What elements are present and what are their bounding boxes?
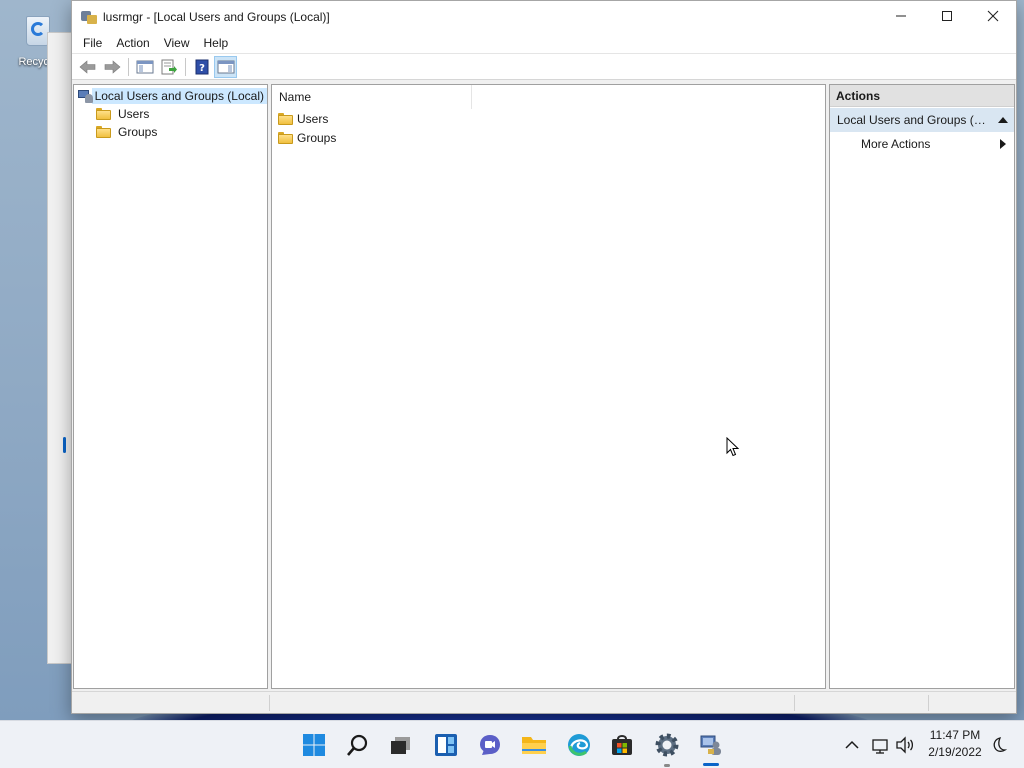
minimize-icon <box>896 15 906 17</box>
show-hidden-icons-icon[interactable] <box>842 735 862 755</box>
console-body: Local Users and Groups (Local) Users Gro… <box>72 83 1016 691</box>
lusrmgr-taskbar-button[interactable] <box>696 730 726 760</box>
result-list-pane: Name Users Groups <box>271 84 826 689</box>
local-users-groups-icon <box>77 89 93 103</box>
show-hide-console-tree-button[interactable] <box>133 56 156 78</box>
start-icon <box>303 734 325 756</box>
maximize-button[interactable] <box>924 1 970 31</box>
search-icon <box>347 734 368 756</box>
task-view-button[interactable] <box>386 730 416 760</box>
edge-button[interactable] <box>564 730 594 760</box>
list-column-header: Name <box>272 84 825 109</box>
title-bar[interactable]: lusrmgr - [Local Users and Groups (Local… <box>72 1 1016 33</box>
minimize-button[interactable] <box>878 1 924 31</box>
taskbar-clock[interactable]: 11:47 PM 2/19/2022 <box>920 727 990 761</box>
network-icon[interactable] <box>870 735 890 755</box>
more-actions-item[interactable]: More Actions <box>830 132 1014 156</box>
folder-icon <box>278 112 293 125</box>
show-hide-action-pane-button[interactable] <box>214 55 237 78</box>
tree-root-label: Local Users and Groups (Local) <box>91 88 267 104</box>
more-actions-label: More Actions <box>861 137 931 151</box>
maximize-icon <box>942 11 952 21</box>
clock-date: 2/19/2022 <box>928 745 982 759</box>
forward-button[interactable] <box>100 56 123 78</box>
file-explorer-icon <box>522 737 546 754</box>
search-button[interactable] <box>343 730 373 760</box>
list-item-label: Groups <box>297 130 337 145</box>
lusrmgr-app-icon <box>81 9 97 25</box>
svg-text:?: ? <box>199 63 205 74</box>
back-arrow-icon <box>79 59 95 74</box>
tree-item-root[interactable]: Local Users and Groups (Local) <box>74 87 267 105</box>
settings-button[interactable] <box>652 730 682 760</box>
toolbar-separator <box>185 57 186 76</box>
list-item-groups[interactable]: Groups <box>272 128 825 147</box>
folder-icon <box>96 108 111 120</box>
column-header-name[interactable]: Name <box>272 84 472 109</box>
tree-item-groups[interactable]: Groups <box>74 123 267 141</box>
actions-header: Actions <box>830 85 1014 107</box>
actions-section-header[interactable]: Local Users and Groups (Lo... <box>830 108 1014 132</box>
list-item-users[interactable]: Users <box>272 109 825 128</box>
status-divider <box>928 695 929 711</box>
chat-button[interactable] <box>475 730 505 760</box>
menu-file[interactable]: File <box>76 33 109 54</box>
toolbar-separator <box>128 57 129 76</box>
console-tree-pane: Local Users and Groups (Local) Users Gro… <box>73 84 268 689</box>
help-button[interactable]: ? <box>190 56 213 78</box>
chat-icon <box>480 735 500 755</box>
volume-icon[interactable] <box>894 735 916 755</box>
help-icon: ? <box>195 59 208 74</box>
lusrmgr-icon <box>700 735 721 755</box>
toolbar: ? <box>72 54 1016 80</box>
actions-section-label: Local Users and Groups (Lo... <box>837 113 989 127</box>
status-divider <box>269 695 270 711</box>
folder-icon <box>96 126 111 138</box>
store-icon <box>612 735 632 755</box>
close-icon <box>987 10 999 22</box>
widgets-button[interactable] <box>431 730 461 760</box>
tree-item-users[interactable]: Users <box>74 105 267 123</box>
export-list-icon <box>161 59 177 74</box>
settings-icon <box>655 733 679 757</box>
menu-bar: File Action View Help <box>72 33 1016 54</box>
file-explorer-button[interactable] <box>519 730 549 760</box>
settings-running-indicator <box>664 764 670 767</box>
menu-action[interactable]: Action <box>109 33 156 54</box>
menu-help[interactable]: Help <box>197 33 236 54</box>
folder-icon <box>278 131 293 144</box>
system-tray <box>842 721 916 768</box>
start-button[interactable] <box>299 730 329 760</box>
widgets-icon <box>435 734 457 756</box>
show-hide-console-tree-icon <box>136 60 153 73</box>
task-view-icon <box>391 737 410 754</box>
background-window-accent <box>63 437 66 453</box>
menu-view[interactable]: View <box>157 33 197 54</box>
export-list-button[interactable] <box>157 56 180 78</box>
lusrmgr-window: lusrmgr - [Local Users and Groups (Local… <box>71 0 1017 714</box>
list-item-label: Users <box>297 111 329 126</box>
show-hide-action-pane-icon <box>217 60 234 73</box>
notification-area <box>988 721 1008 768</box>
focus-assist-moon-icon[interactable] <box>988 735 1008 755</box>
forward-arrow-icon <box>104 59 120 74</box>
window-title: lusrmgr - [Local Users and Groups (Local… <box>103 10 330 24</box>
tree-item-label: Groups <box>118 125 158 139</box>
back-button[interactable] <box>76 56 99 78</box>
taskbar: 11:47 PM 2/19/2022 <box>0 720 1024 768</box>
lusrmgr-active-indicator <box>703 763 719 766</box>
close-button[interactable] <box>970 1 1016 31</box>
edge-icon <box>568 734 590 756</box>
mouse-cursor-icon <box>726 437 740 457</box>
actions-pane: Actions Local Users and Groups (Lo... Mo… <box>829 84 1015 689</box>
store-button[interactable] <box>607 730 637 760</box>
submenu-arrow-icon <box>1000 139 1006 149</box>
status-divider <box>794 695 795 711</box>
collapse-arrow-icon[interactable] <box>998 117 1008 123</box>
tree-item-label: Users <box>118 107 150 121</box>
clock-time: 11:47 PM <box>929 728 981 742</box>
status-bar <box>72 691 1016 713</box>
